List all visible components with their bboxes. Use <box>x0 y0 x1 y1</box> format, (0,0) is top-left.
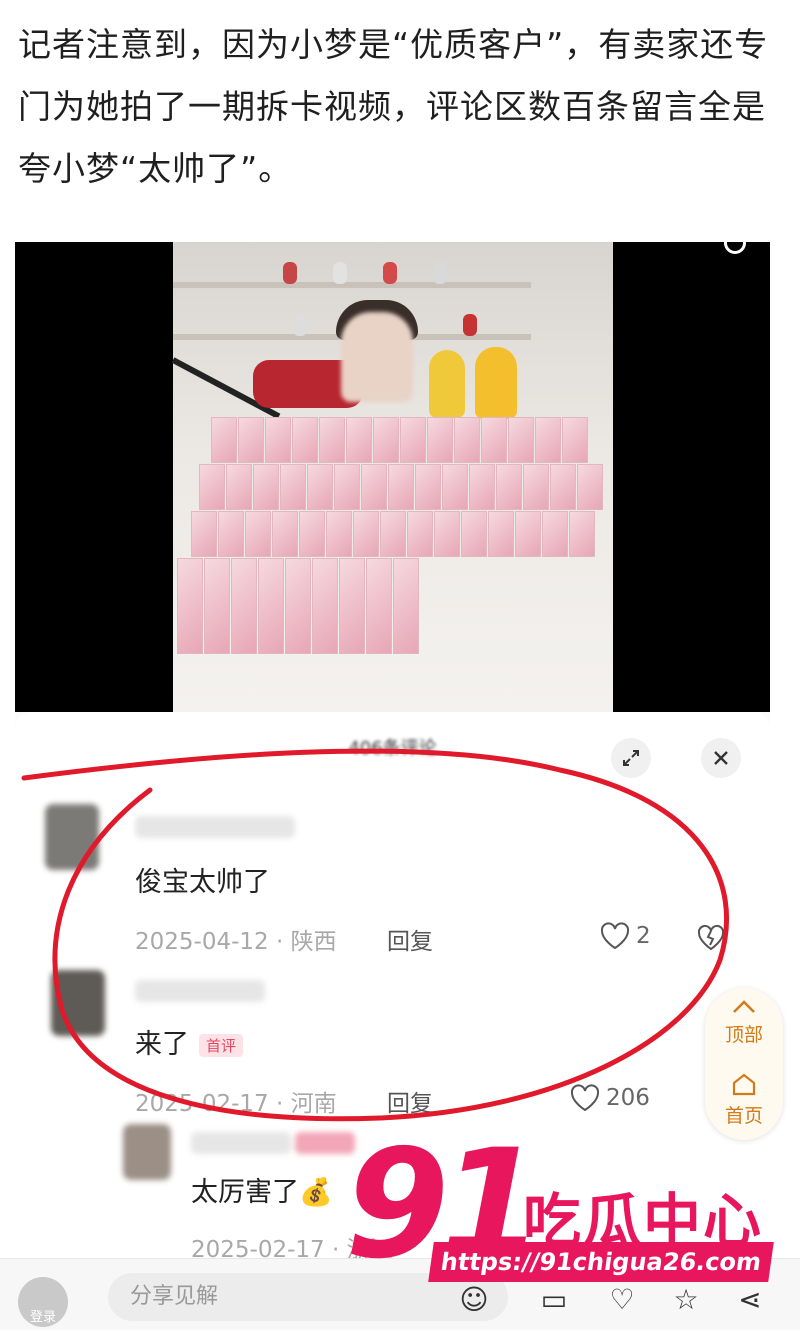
side-nav-widget: 顶部 首页 <box>705 988 783 1140</box>
login-avatar[interactable]: 登录 <box>18 1277 68 1327</box>
home-icon <box>732 1073 756 1096</box>
home-button[interactable]: 首页 <box>705 1072 783 1128</box>
top-label: 顶部 <box>724 1024 763 1046</box>
watermark: 91 吃瓜中心 https://91chigua26.com <box>345 1130 785 1290</box>
chevron-up-icon <box>733 1000 755 1013</box>
home-label: 首页 <box>724 1105 763 1127</box>
back-to-top-button[interactable]: 顶部 <box>705 998 783 1047</box>
watermark-url: https://91chigua26.com <box>428 1242 774 1282</box>
